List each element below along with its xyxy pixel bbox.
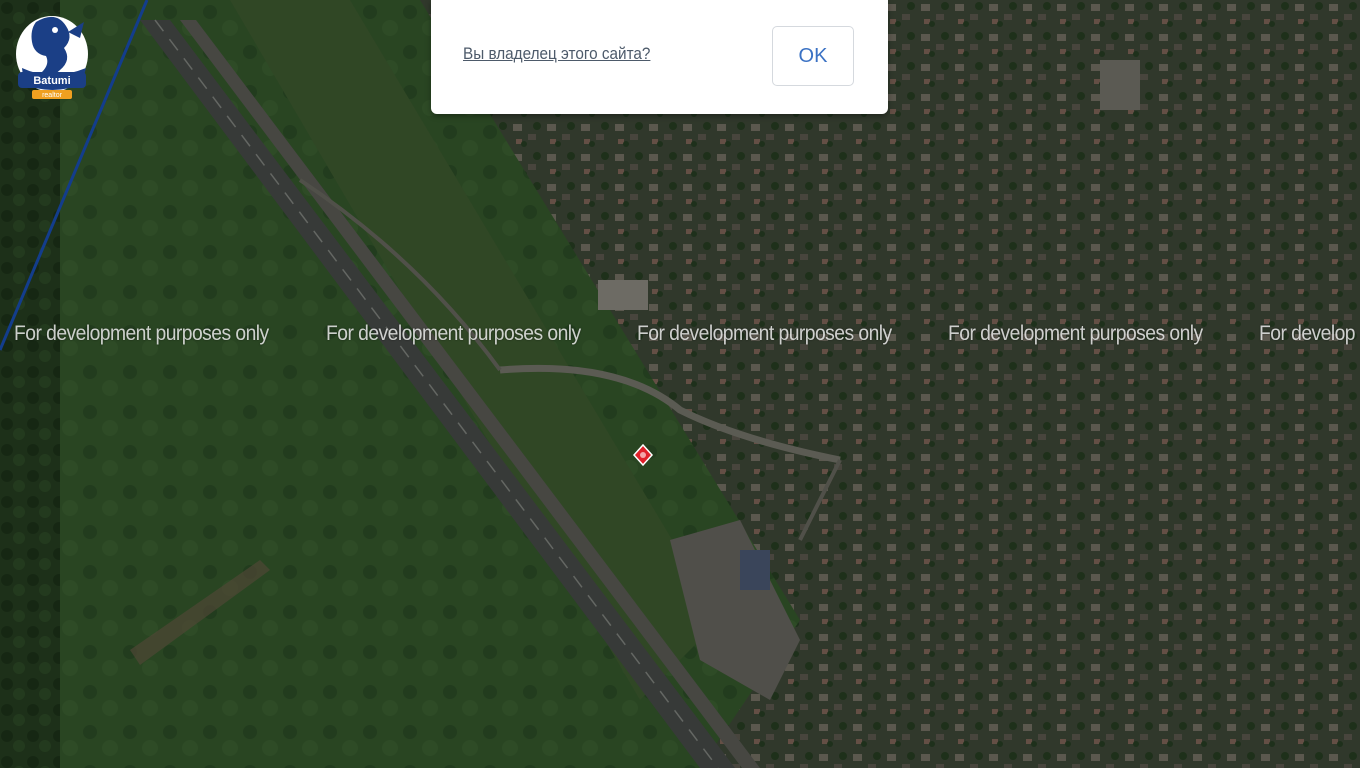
watermark-row: For development purposes only For develo… bbox=[0, 322, 1360, 356]
map-marker-icon[interactable] bbox=[633, 444, 653, 466]
seahorse-logo-icon: Batumi realtor bbox=[16, 16, 88, 99]
dev-watermark: For development purposes only bbox=[948, 322, 1203, 345]
owner-link[interactable]: Вы владелец этого сайта? bbox=[463, 44, 650, 64]
dev-watermark: For development purposes only bbox=[14, 322, 269, 345]
owner-dialog: Вы владелец этого сайта? OK bbox=[431, 0, 888, 114]
satellite-imagery bbox=[0, 0, 1360, 768]
ok-button[interactable]: OK bbox=[772, 26, 854, 86]
dev-watermark: For development purposes only bbox=[326, 322, 581, 345]
dev-watermark: For development purposes only bbox=[637, 322, 892, 345]
brand-logo[interactable]: Batumi realtor bbox=[8, 8, 96, 102]
map-canvas[interactable]: For development purposes only For develo… bbox=[0, 0, 1360, 768]
logo-subtext: realtor bbox=[42, 92, 63, 99]
dev-watermark: For develop bbox=[1259, 322, 1356, 345]
logo-text: Batumi bbox=[33, 75, 70, 87]
